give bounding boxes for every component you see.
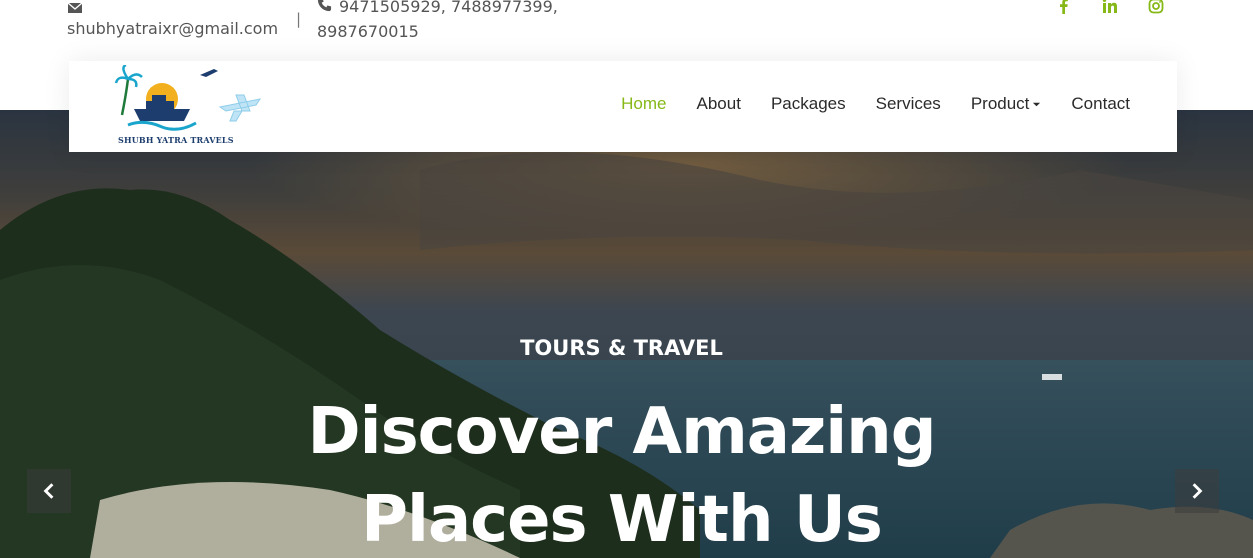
contact-phone[interactable]: 9471505929, 7488977399, 8987670015 [317, 0, 567, 44]
nav-packages[interactable]: Packages [771, 94, 846, 114]
instagram-icon[interactable] [1148, 0, 1194, 18]
phone-icon [317, 0, 333, 19]
envelope-icon [67, 2, 83, 13]
nav-product-label: Product [970, 94, 1030, 113]
navbar: SHUBH YATRA TRAVELS Home About Packages … [69, 61, 1177, 152]
linkedin-icon[interactable] [1102, 0, 1148, 18]
nav-home[interactable]: Home [621, 94, 666, 114]
hero-title: Discover Amazing Places With Us [0, 388, 1243, 558]
caret-down-icon [1033, 102, 1041, 107]
nav-about[interactable]: About [697, 94, 741, 114]
social-links [1056, 0, 1194, 18]
hero-subtitle: TOURS & TRAVEL [520, 336, 723, 360]
contact-email[interactable]: shubhyatraixr@gmail.com [67, 0, 278, 41]
main-nav: Home About Packages Services Product Con… [621, 94, 1130, 114]
divider: | [296, 10, 302, 28]
phone-numbers-line1: 9471505929, 7488977399, [339, 0, 558, 16]
carousel-prev-button[interactable] [27, 469, 71, 513]
hero-carousel: TOURS & TRAVEL Discover Amazing Places W… [0, 110, 1253, 558]
email-text: shubhyatraixr@gmail.com [67, 19, 279, 38]
hero-title-line1: Discover Amazing [307, 395, 937, 469]
brand-logo[interactable]: SHUBH YATRA TRAVELS [114, 63, 274, 149]
logo-text: SHUBH YATRA TRAVELS [118, 135, 234, 145]
nav-contact[interactable]: Contact [1071, 94, 1130, 114]
nav-product[interactable]: Product [971, 94, 1042, 114]
facebook-icon[interactable] [1056, 0, 1102, 18]
chevron-right-icon [1192, 483, 1203, 499]
carousel-next-button[interactable] [1175, 469, 1219, 513]
chevron-left-icon [43, 483, 54, 499]
phone-numbers-line2: 8987670015 [317, 22, 419, 41]
hero-title-line2: Places With Us [361, 483, 883, 557]
nav-services[interactable]: Services [876, 94, 941, 114]
